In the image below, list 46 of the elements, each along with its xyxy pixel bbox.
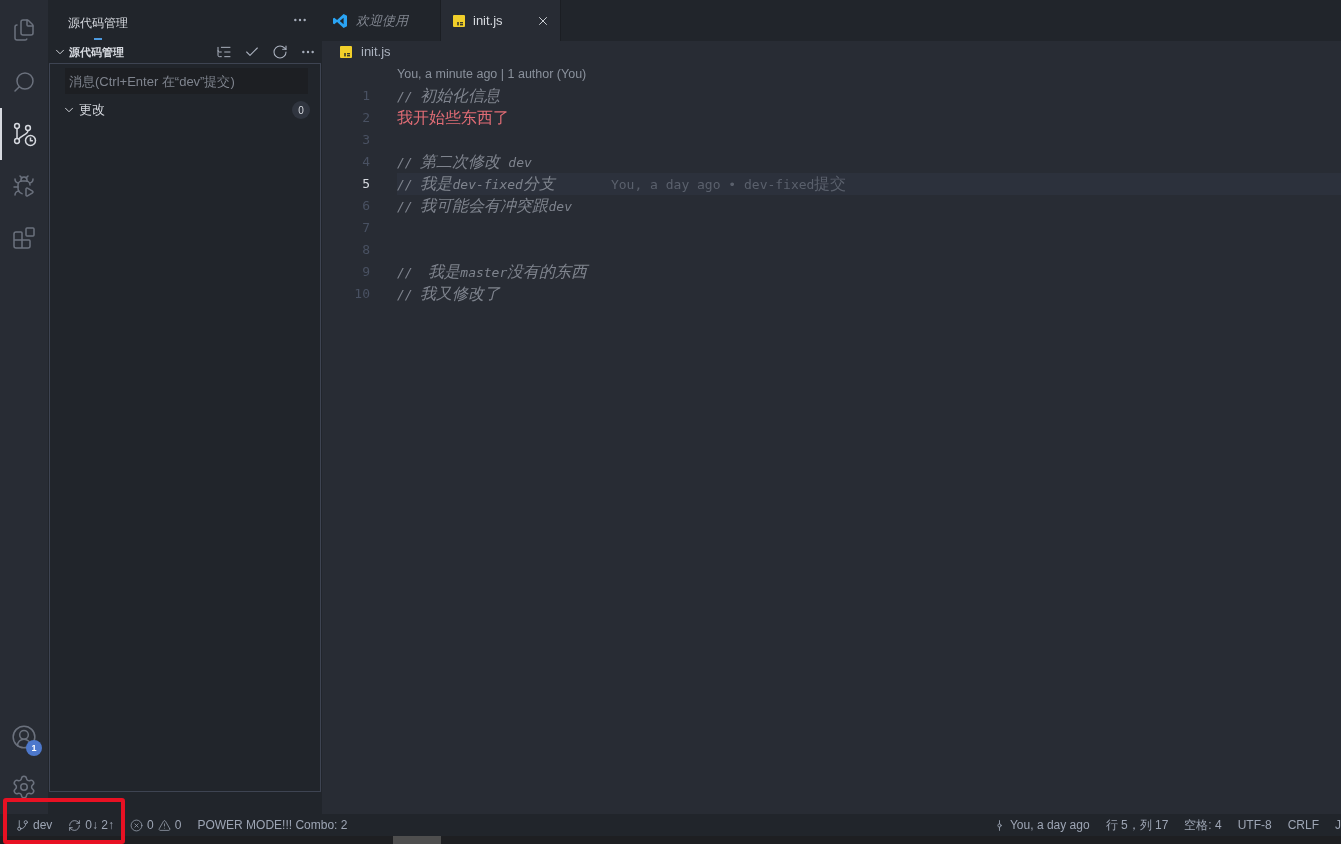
panel-title: 源代码管理 — [68, 16, 128, 30]
blame-button[interactable]: You, a day ago — [984, 814, 1098, 836]
scrollbar-thumb[interactable] — [393, 836, 441, 844]
code-line: // 第二次修改 dev — [397, 151, 532, 173]
source-control-icon — [11, 121, 37, 147]
status-text: POWER MODE!!! Combo: 2 — [196, 817, 349, 834]
js-file-icon — [340, 45, 352, 58]
list-tree-icon[interactable] — [216, 44, 232, 60]
problems-button[interactable]: 0 0 — [122, 814, 190, 836]
search-icon — [12, 70, 36, 94]
status-item[interactable]: 行 5，列 17 — [1097, 814, 1177, 836]
line-number: 5 — [361, 175, 370, 193]
section-title: 源代码管理 — [69, 44, 124, 60]
code-line: // 初始化信息 — [397, 85, 501, 107]
run-debug-icon — [12, 174, 36, 198]
files-icon — [12, 18, 36, 42]
js-file-icon — [453, 14, 465, 27]
status-item[interactable]: J — [1327, 814, 1341, 836]
app-logo-icon — [332, 12, 348, 29]
notification-badge: 1 — [26, 740, 42, 756]
code-line: // 我是dev-fixed分支 — [397, 173, 555, 195]
status-item[interactable]: CRLF — [1279, 814, 1327, 836]
code-line: // 我可能会有冲突跟dev — [397, 195, 572, 217]
sync-icon — [68, 818, 82, 832]
commit-message-field[interactable]: 消息(Ctrl+Enter 在“dev”提交) — [65, 68, 308, 94]
warning-icon — [157, 818, 171, 832]
git-branch-icon — [16, 818, 29, 832]
editor-tab[interactable]: init.js — [441, 0, 561, 41]
extensions-icon — [12, 226, 36, 250]
account-icon — [11, 724, 37, 750]
settings-icon — [11, 774, 37, 800]
branch-button[interactable]: dev — [8, 814, 61, 836]
error-icon — [130, 818, 144, 832]
refresh-icon[interactable] — [272, 44, 288, 60]
status-item[interactable]: UTF-8 — [1229, 814, 1280, 836]
code-line: // 我是master没有的东西 — [397, 261, 588, 283]
codelens-text[interactable]: You, a minute ago | 1 author (You) — [397, 67, 587, 81]
active-view-indicator — [94, 38, 102, 40]
changes-label: 更改 — [79, 101, 105, 119]
accounts-button[interactable]: 1 — [0, 712, 48, 762]
status-item[interactable]: 空格: 4 — [1176, 814, 1230, 836]
code-line: 我开始些东西了 — [397, 107, 509, 129]
breadcrumb-item[interactable]: init.js — [361, 44, 391, 59]
sync-button[interactable]: 0↓ 2↑ — [60, 814, 123, 836]
code-line: // 我又修改了 — [397, 283, 501, 305]
count-badge: 0 — [292, 101, 310, 119]
